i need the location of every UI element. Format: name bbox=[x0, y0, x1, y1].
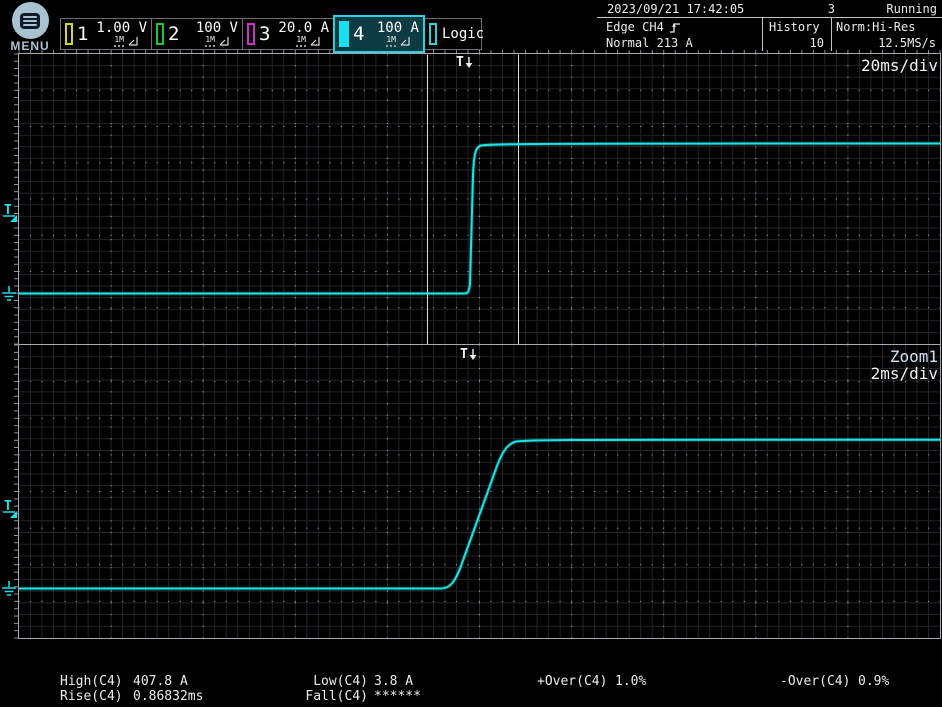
history-value: 10 bbox=[769, 35, 824, 51]
measure-high-label: High(C4) bbox=[60, 674, 123, 689]
measure-pover-value: 1.0% bbox=[615, 674, 646, 689]
menu-icon bbox=[12, 2, 49, 39]
status-block: 2023/09/21 17:42:05 3 Running Edge CH4 N… bbox=[597, 0, 942, 51]
oscilloscope-screen: T T T T bbox=[0, 0, 942, 707]
main-timebase-label: 20ms/div bbox=[861, 56, 938, 75]
trigger-mode-level: Normal 213 A bbox=[606, 35, 762, 51]
channel-3-number: 3 bbox=[259, 25, 270, 44]
channel-1-button[interactable]: 1 1.00 V 1M bbox=[60, 18, 152, 50]
menu-button-label: MENU bbox=[7, 39, 53, 53]
menu-button[interactable]: MENU bbox=[7, 2, 53, 53]
probe-icon bbox=[399, 36, 411, 47]
zoom-waveform-panel[interactable] bbox=[18, 345, 942, 639]
zoom-trigger-level-marker[interactable]: T bbox=[3, 499, 17, 518]
channel-4-color-bracket bbox=[339, 21, 349, 47]
trigger-settings-cell[interactable]: Edge CH4 Normal 213 A bbox=[597, 18, 762, 51]
record-mode-cell[interactable]: Norm:Hi-Res 12.5MS/s bbox=[831, 18, 942, 51]
measure-nover-value: 0.9% bbox=[858, 674, 889, 689]
measure-nover-label: -Over(C4) bbox=[780, 674, 850, 689]
probe-icon bbox=[127, 36, 139, 47]
channel-strip: 1 1.00 V 1M 2 100 V 1M 3 bbox=[60, 15, 481, 53]
measure-low-value: 3.8 A bbox=[374, 674, 413, 689]
impedance-icon: 1M bbox=[296, 36, 306, 47]
channel-2-color-bracket bbox=[156, 23, 164, 45]
channel-2-number: 2 bbox=[168, 25, 179, 44]
measure-rise-label: Rise(C4) bbox=[60, 689, 123, 704]
channel-4-number: 4 bbox=[353, 25, 364, 44]
channel-3-button[interactable]: 3 20.0 A 1M bbox=[242, 18, 334, 50]
measure-fall-value: ****** bbox=[374, 689, 421, 704]
acquisition-mode: Norm:Hi-Res bbox=[836, 19, 936, 35]
probe-icon bbox=[309, 36, 321, 47]
impedance-icon: 1M bbox=[114, 36, 124, 47]
sample-rate: 12.5MS/s bbox=[836, 35, 936, 51]
channel-4-button-active[interactable]: 4 100 A 1M bbox=[333, 15, 425, 53]
channel-1-number: 1 bbox=[77, 25, 88, 44]
channel-3-color-bracket bbox=[247, 23, 255, 45]
channel-2-button[interactable]: 2 100 V 1M bbox=[151, 18, 243, 50]
probe-icon bbox=[218, 36, 230, 47]
logic-label: Logic bbox=[442, 26, 484, 42]
main-ground-level-marker bbox=[2, 286, 16, 300]
history-cell[interactable]: History 10 bbox=[762, 18, 831, 51]
channel-1-scale: 1.00 V bbox=[96, 22, 147, 35]
run-status: Running bbox=[886, 2, 937, 16]
measure-rise-value: 0.86832ms bbox=[133, 689, 203, 704]
zoom-timebase-label: 2ms/div bbox=[871, 364, 938, 383]
channel-4-scale: 100 A bbox=[377, 22, 419, 35]
logic-color-bracket bbox=[429, 23, 437, 45]
main-waveform-panel[interactable] bbox=[18, 53, 942, 345]
datetime-label: 2023/09/21 17:42:05 bbox=[607, 2, 744, 16]
measure-pover-label: +Over(C4) bbox=[537, 674, 607, 689]
channel-3-scale: 20.0 A bbox=[278, 22, 329, 35]
rising-edge-icon bbox=[669, 21, 681, 34]
measure-fall-label: Fall(C4) bbox=[285, 689, 368, 704]
measure-high-value: 407.8 A bbox=[133, 674, 188, 689]
channel-1-color-bracket bbox=[65, 23, 73, 45]
trigger-type-source: Edge CH4 bbox=[606, 19, 664, 35]
logic-button[interactable]: Logic bbox=[424, 18, 482, 50]
measure-low-label: Low(C4) bbox=[285, 674, 368, 689]
acquisition-count: 3 bbox=[828, 2, 835, 16]
impedance-icon: 1M bbox=[386, 36, 396, 47]
zoom-ground-level-marker bbox=[2, 581, 16, 595]
channel-2-scale: 100 V bbox=[196, 22, 238, 35]
history-label: History bbox=[769, 19, 824, 35]
impedance-icon: 1M bbox=[205, 36, 215, 47]
